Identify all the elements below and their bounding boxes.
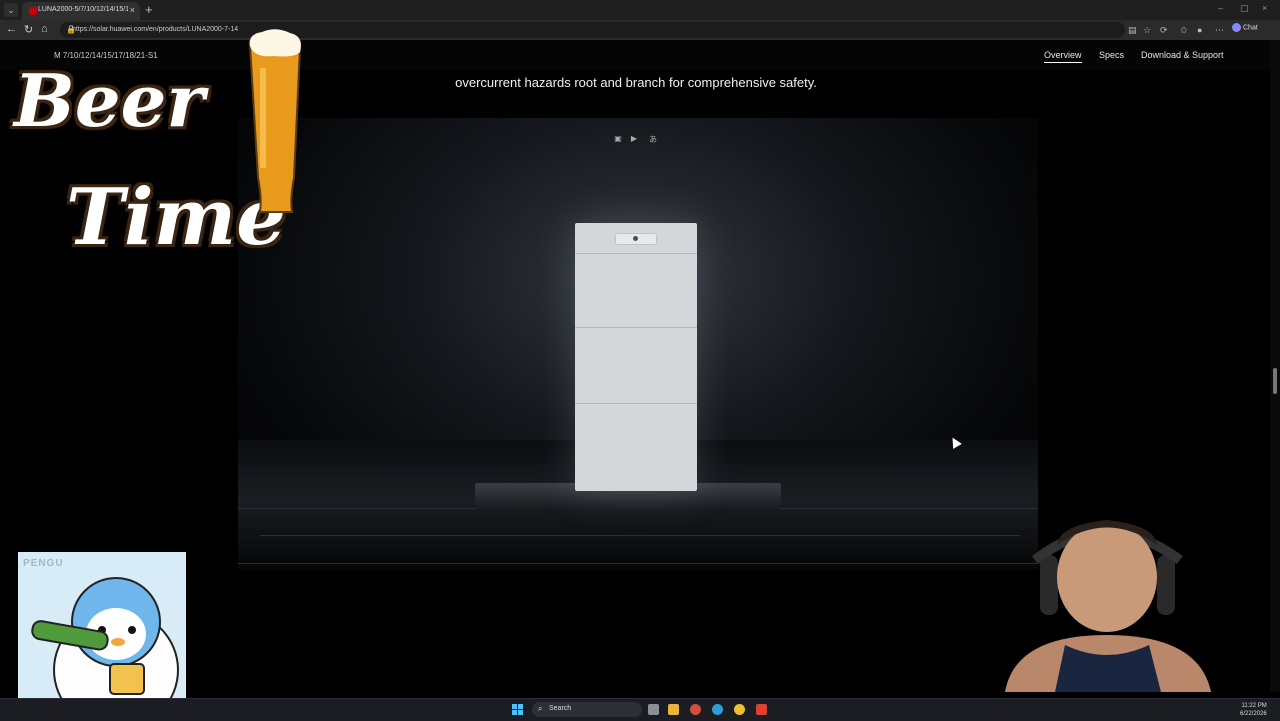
beer-time-logo: Beer Time <box>6 22 312 302</box>
picture-in-picture-icon[interactable]: ▣ <box>613 134 623 143</box>
nav-specs-link[interactable]: Specs <box>1099 50 1124 60</box>
reader-mode-icon[interactable]: ▤ <box>1128 25 1137 36</box>
favorite-star-icon[interactable]: ☆ <box>1143 25 1151 36</box>
edge-browser-icon[interactable] <box>712 704 723 715</box>
beer-glass-icon <box>248 29 302 213</box>
webcam-feed <box>985 515 1230 692</box>
huawei-favicon-icon <box>29 7 37 15</box>
file-explorer-icon[interactable] <box>668 704 679 715</box>
battery-control-panel <box>615 233 657 245</box>
floor-gridline <box>260 535 1020 536</box>
page-scrollbar[interactable] <box>1270 40 1280 692</box>
penguin-drinking-icon <box>31 577 179 700</box>
pengu-overlay: PENGU <box>18 552 186 700</box>
browser-tab-strip: ⌄ LUNA2000-5/7/10/12/14/15/17/1 × + – ▢ … <box>0 0 1280 20</box>
app-icon[interactable] <box>690 704 701 715</box>
copilot-chat-button[interactable]: Chat <box>1232 23 1258 32</box>
more-menu-icon[interactable]: ⋯ <box>1215 25 1224 36</box>
translate-icon[interactable]: あ <box>648 134 658 144</box>
windows-taskbar: ⌕ Search 11:22 PM 6/22/2026 <box>0 698 1280 721</box>
battery-module-divider <box>575 403 697 404</box>
scrollbar-thumb[interactable] <box>1273 368 1277 394</box>
floor-gridline <box>238 563 1038 564</box>
battery-module-divider <box>575 253 697 254</box>
favorites-icon[interactable]: ✩ <box>1180 25 1188 36</box>
battery-module-divider <box>575 327 697 328</box>
section-heading: overcurrent hazards root and branch for … <box>455 75 817 90</box>
task-view-icon[interactable] <box>648 704 659 715</box>
search-icon: ⌕ <box>538 704 543 713</box>
browser-tab[interactable]: LUNA2000-5/7/10/12/14/15/17/1 × <box>22 2 140 20</box>
beer-logo-word: Beer <box>14 58 205 143</box>
windows-start-icon[interactable] <box>512 704 523 715</box>
close-window-button[interactable]: × <box>1262 3 1267 13</box>
maximize-button[interactable]: ▢ <box>1240 3 1249 14</box>
pengu-label: PENGU <box>23 558 64 569</box>
video-play-icon[interactable]: ▶ <box>629 134 639 143</box>
refresh-extension-icon[interactable]: ⟳ <box>1160 25 1168 36</box>
nav-download-support-link[interactable]: Download & Support <box>1141 50 1224 60</box>
recording-app-icon[interactable] <box>756 704 767 715</box>
tab-title: LUNA2000-5/7/10/12/14/15/17/1 <box>38 6 128 13</box>
new-tab-button[interactable]: + <box>145 2 153 17</box>
minimize-button[interactable]: – <box>1218 3 1223 13</box>
chat-label: Chat <box>1243 24 1258 32</box>
nav-overview-link[interactable]: Overview <box>1044 50 1082 63</box>
clock-date: 6/22/2026 <box>1240 711 1267 717</box>
tab-close-icon[interactable]: × <box>130 5 135 15</box>
power-button-icon <box>633 236 638 241</box>
taskbar-search-box[interactable]: ⌕ Search <box>532 702 642 717</box>
system-clock[interactable]: 11:22 PM 6/22/2026 <box>1240 702 1267 718</box>
clock-time: 11:22 PM <box>1241 703 1267 709</box>
tab-list-chevron-icon[interactable]: ⌄ <box>4 3 18 17</box>
chrome-icon[interactable] <box>734 704 745 715</box>
battery-unit-image <box>575 223 697 491</box>
search-placeholder: Search <box>549 705 572 712</box>
copilot-icon <box>1232 23 1241 32</box>
streamer-image <box>1005 520 1211 692</box>
profile-avatar-icon[interactable]: ● <box>1197 25 1202 35</box>
